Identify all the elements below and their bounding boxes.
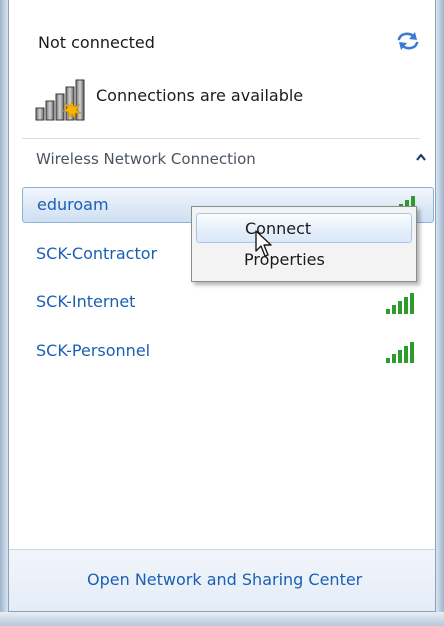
footer-bar: Open Network and Sharing Center <box>9 549 435 611</box>
network-context-menu: Connect Properties <box>191 206 417 282</box>
open-network-sharing-center-link[interactable]: Open Network and Sharing Center <box>87 570 362 589</box>
chevron-up-icon[interactable] <box>415 150 427 164</box>
network-name: SCK-Internet <box>36 292 136 311</box>
connection-status-title: Not connected <box>38 33 155 52</box>
divider <box>22 138 420 139</box>
refresh-icon[interactable] <box>395 30 421 52</box>
network-name: eduroam <box>37 195 109 214</box>
properties-menu-item[interactable]: Properties <box>196 245 412 275</box>
signal-strength-icon <box>386 293 414 314</box>
mouse-pointer-icon <box>255 230 272 257</box>
connections-available-text: Connections are available <box>96 86 304 105</box>
network-item-sck-internet[interactable]: SCK-Internet <box>22 285 434 321</box>
signal-strength-icon <box>386 342 414 363</box>
signal-bars-starburst-icon <box>35 79 85 121</box>
network-name: SCK-Personnel <box>36 341 151 360</box>
wireless-section-header[interactable]: Wireless Network Connection <box>36 150 256 168</box>
connect-menu-item[interactable]: Connect <box>196 213 412 243</box>
network-name: SCK-Contractor <box>36 244 158 263</box>
window-frame-bottom <box>0 612 444 626</box>
network-item-sck-personnel[interactable]: SCK-Personnel <box>22 334 434 370</box>
